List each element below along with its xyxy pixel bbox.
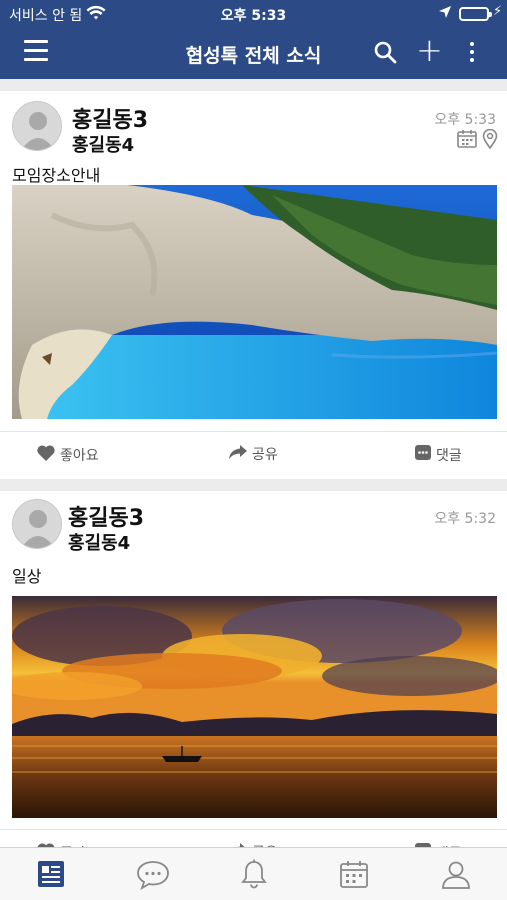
post-meta-icons — [457, 128, 498, 153]
share-arrow-icon — [228, 444, 248, 464]
share-button[interactable]: 공유 — [228, 444, 278, 464]
heart-icon — [36, 444, 56, 466]
comment-button[interactable]: 댓글 — [414, 444, 462, 465]
search-icon[interactable] — [373, 40, 397, 64]
more-options-icon[interactable] — [470, 42, 476, 66]
chat-icon[interactable] — [136, 858, 170, 892]
post-caption: 일상 — [12, 567, 42, 586]
location-arrow-icon — [438, 5, 452, 23]
post-author-subname: 홍길동4 — [68, 533, 131, 554]
avatar[interactable] — [12, 499, 62, 549]
news-feed[interactable]: 홍길동3 홍길동4 오후 5:33 모임장소안내 좋아요 공유 댓글 홍길동3 … — [0, 79, 507, 847]
bell-icon[interactable] — [238, 858, 272, 892]
location-pin-icon — [482, 128, 498, 153]
like-label: 좋아요 — [60, 448, 99, 464]
navigation-bar: 협성톡 전체 소식 + — [0, 28, 507, 79]
post-card: 홍길동3 홍길동4 오후 5:32 일상 — [0, 491, 507, 847]
post-card: 홍길동3 홍길동4 오후 5:33 모임장소안내 좋아요 공유 댓글 — [0, 91, 507, 479]
post-actions: 좋아요 공유 댓글 — [0, 829, 507, 847]
comment-icon — [414, 444, 432, 465]
status-bar: 서비스 안 됨 오후 5:33 ⚡ — [0, 0, 507, 28]
status-time: 오후 5:33 — [220, 8, 287, 24]
comment-label: 댓글 — [436, 447, 462, 464]
post-time: 오후 5:33 — [434, 112, 496, 128]
charging-icon: ⚡ — [493, 4, 503, 19]
post-author-name[interactable]: 홍길동3 — [72, 102, 148, 134]
post-time: 오후 5:32 — [434, 511, 496, 527]
post-caption: 모임장소안내 — [12, 166, 101, 185]
avatar[interactable] — [12, 101, 62, 151]
app-screen: 서비스 안 됨 오후 5:33 ⚡ 협성톡 전체 소식 + 홍길동3 홍길동4 … — [0, 0, 507, 900]
profile-icon[interactable] — [440, 858, 474, 892]
news-feed-icon[interactable] — [35, 858, 69, 892]
post-author-subname: 홍길동4 — [72, 135, 135, 156]
battery-icon — [459, 7, 492, 21]
calendar-icon[interactable] — [338, 858, 372, 892]
like-button[interactable]: 좋아요 — [36, 444, 99, 466]
bottom-tab-bar — [0, 847, 507, 900]
post-author-name[interactable]: 홍길동3 — [68, 500, 144, 532]
share-label: 공유 — [252, 447, 278, 463]
add-post-icon[interactable]: + — [416, 34, 443, 66]
post-photo[interactable] — [12, 185, 497, 419]
top-bar: 서비스 안 됨 오후 5:33 ⚡ 협성톡 전체 소식 + — [0, 0, 507, 79]
calendar-icon — [457, 129, 477, 153]
post-photo[interactable] — [12, 596, 497, 818]
post-actions: 좋아요 공유 댓글 — [0, 431, 507, 477]
